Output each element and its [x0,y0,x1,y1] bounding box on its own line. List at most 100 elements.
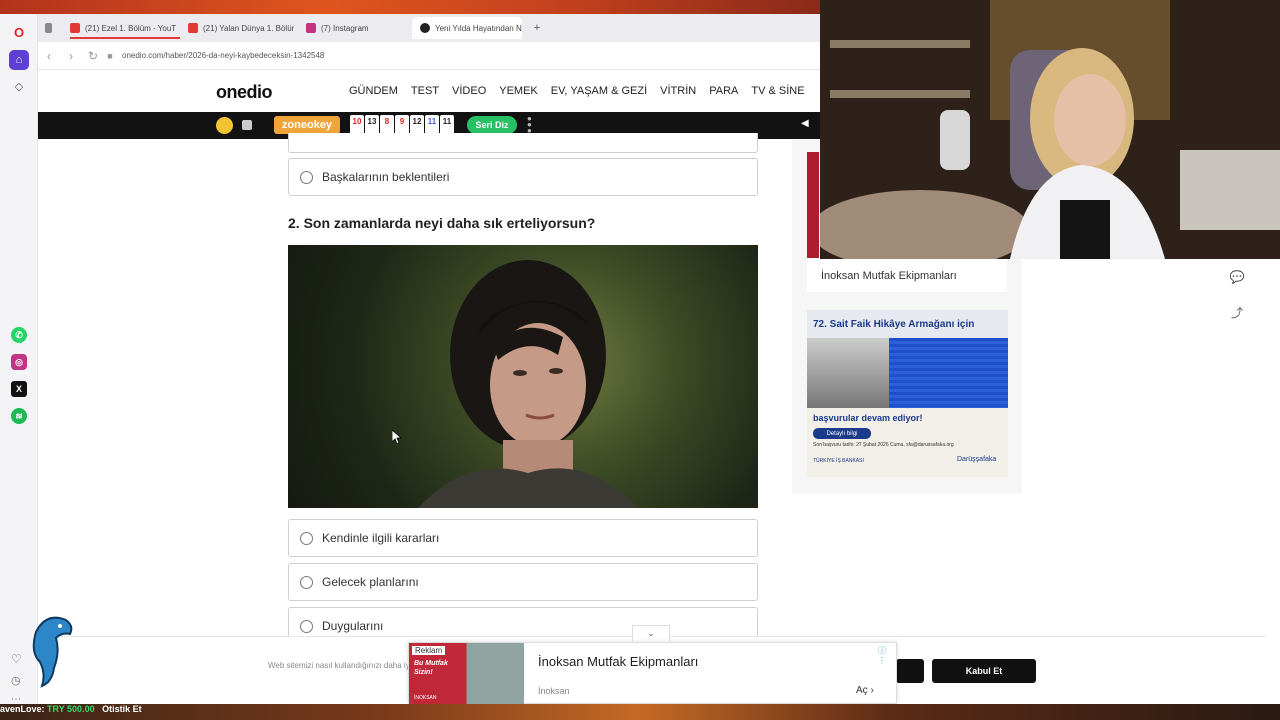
quiz-option-partial[interactable] [288,133,758,153]
opera-logo-icon[interactable]: O [9,22,29,42]
quiz-option[interactable]: Gelecek planlarını [288,563,758,601]
radio-button[interactable] [300,170,313,184]
youtube-icon [70,23,80,33]
ad-info-icon[interactable]: ⓘ ⋮ [878,645,896,665]
author-photo [807,338,889,408]
menu-item-gundem[interactable]: GÜNDEM [349,85,398,97]
darussafaka-logo: Darüşşafaka [957,456,997,463]
ad-details-button[interactable]: Detaylı bilgi [813,428,871,439]
ad-title: İnoksan Mutfak Ekipmanları [538,654,699,669]
collapse-arrow-icon[interactable]: ◀ [801,118,809,129]
sidebar-ad-image[interactable] [807,152,819,258]
zone-okey-logo[interactable]: zoneokey [274,116,340,134]
heart-icon[interactable]: ♡ [11,652,22,666]
quiz-option[interactable]: Başkalarının beklentileri [288,158,758,196]
question-image [288,245,758,508]
tab-label: (21) Ezel 1. Bölüm - YouTu [85,23,176,33]
menu-item-yemek[interactable]: YEMEK [499,85,538,97]
mouse-cursor-icon [392,430,402,444]
forward-icon[interactable]: › [60,49,82,63]
new-tab-button[interactable]: + [528,19,546,37]
menu-item-ev-yasam[interactable]: EV, YAŞAM & GEZİ [551,85,647,97]
webcam-overlay [820,0,1280,259]
ad-badge: Reklam [412,646,446,655]
main-menu: GÜNDEM TEST VİDEO YEMEK EV, YAŞAM & GEZİ… [349,85,818,97]
okey-tiles: 10 13 8 9 12 11 11 [350,115,454,135]
question-title: 2. Son zamanlarda neyi daha sık erteliyo… [288,215,596,231]
cookie-text: Web sitemizi nasıl kullandığınızı daha i… [268,661,413,670]
okey-tile: 10 [350,115,364,135]
okey-tile: 11 [440,115,454,135]
okey-tile: 8 [380,115,394,135]
streamer-webcam-image [820,0,1280,259]
tab-sidebar-toggle[interactable] [42,17,58,39]
whatsapp-icon[interactable]: ✆ [11,327,27,343]
seri-diz-button[interactable]: Seri Diz [467,116,517,134]
dice-icon[interactable] [242,120,252,130]
floating-ad[interactable]: Reklam Bu Mutfak Sizin! İNOKSAN İnoksan … [408,642,897,705]
okey-tile: 13 [365,115,379,135]
radio-button[interactable] [300,619,313,633]
game-logo-icon[interactable] [216,117,233,134]
ad-image: Reklam Bu Mutfak Sizin! İNOKSAN [409,643,524,705]
youtube-icon [188,23,198,33]
donation-ticker: avenLove: TRY 500.00 Otistik Et [0,704,142,714]
ad-title: 72. Sait Faik Hikâye Armağanı için [813,319,975,330]
reload-icon[interactable]: ↻ [82,49,104,63]
isbank-logo: TÜRKİYE İŞ BANKASI [813,458,864,464]
spotify-icon[interactable]: ≋ [11,408,27,424]
option-label: Duygularını [322,619,384,633]
x-icon[interactable]: X [11,381,27,397]
url-field[interactable]: onedio.com/haber/2026-da-neyi-kaybedecek… [122,51,324,60]
history-icon[interactable]: ◷ [11,674,21,687]
share-icon[interactable]: ⤴ [1228,303,1246,321]
radio-button[interactable] [300,575,313,589]
donation-message: Otistik Et [102,704,142,714]
onedio-icon [420,23,430,33]
pin-icon[interactable]: ◇ [9,76,29,96]
stream-bottom-strip [0,704,1280,720]
comments-icon[interactable]: 💬 [1228,268,1246,286]
okey-tile: 12 [410,115,424,135]
ad-image-text: Bu Mutfak Sizin! [414,660,448,676]
instagram-icon[interactable]: ◎ [11,354,27,370]
ad-brand: İnoksan [538,686,570,696]
okey-tile: 9 [395,115,409,135]
tab-audio-indicator [70,37,180,39]
donor-name: avenLove: [0,704,45,714]
ad-open-link[interactable]: Aç › [856,685,874,696]
tab-yalan-dunya[interactable]: (21) Yalan Dünya 1. Bölüm [180,17,294,39]
site-logo[interactable]: onedio [216,82,273,103]
sait-faik-ad[interactable]: 72. Sait Faik Hikâye Armağanı için başvu… [807,310,1008,477]
home-icon[interactable]: ⌂ [9,50,29,70]
tab-label: (21) Yalan Dünya 1. Bölüm [203,23,294,33]
tab-label: Yeni Yılda Hayatından Ne [435,23,522,33]
back-icon[interactable]: ‹ [38,49,60,63]
address-bar: ‹ › ↻ ■ onedio.com/haber/2026-da-neyi-ka… [38,42,820,70]
menu-item-para[interactable]: PARA [709,85,738,97]
menu-item-tv-sinema[interactable]: TV & SİNE [751,85,804,97]
menu-item-vitrin[interactable]: VİTRİN [660,85,696,97]
quiz-option[interactable]: Kendinle ilgili kararları [288,519,758,557]
ad-subtitle: başvurular devam ediyor! [813,413,923,423]
option-label: Başkalarının beklentileri [322,170,450,184]
donation-amount: TRY 500.00 [47,704,95,714]
sidebar-ad-card[interactable]: İnoksan Mutfak Ekipmanları [807,258,1007,292]
radio-button[interactable] [300,531,313,545]
menu-item-test[interactable]: TEST [411,85,439,97]
tab-ezel[interactable]: (21) Ezel 1. Bölüm - YouTu [62,17,176,39]
drag-handle-icon[interactable]: ● ● ● [527,115,533,135]
accept-cookies-button[interactable]: Kabul Et [932,659,1036,683]
okey-tile: 11 [425,115,439,135]
lock-icon: ■ [107,50,113,61]
instagram-icon [306,23,316,33]
cookie-settings-button[interactable] [896,659,924,683]
tab-label: (7) Instagram [321,23,369,33]
tab-instagram[interactable]: (7) Instagram [298,17,408,39]
dolphin-mascot-icon [32,616,73,688]
tab-onedio[interactable]: Yeni Yılda Hayatından Ne [412,17,522,39]
menu-item-video[interactable]: VİDEO [452,85,486,97]
ad-image-brand: İNOKSAN [414,695,437,701]
collapse-ad-button[interactable]: ⌄ [632,625,670,641]
ad-deadline-text: Son başvuru tarihi: 27 Şubat 2026 Cuma, … [813,442,954,448]
